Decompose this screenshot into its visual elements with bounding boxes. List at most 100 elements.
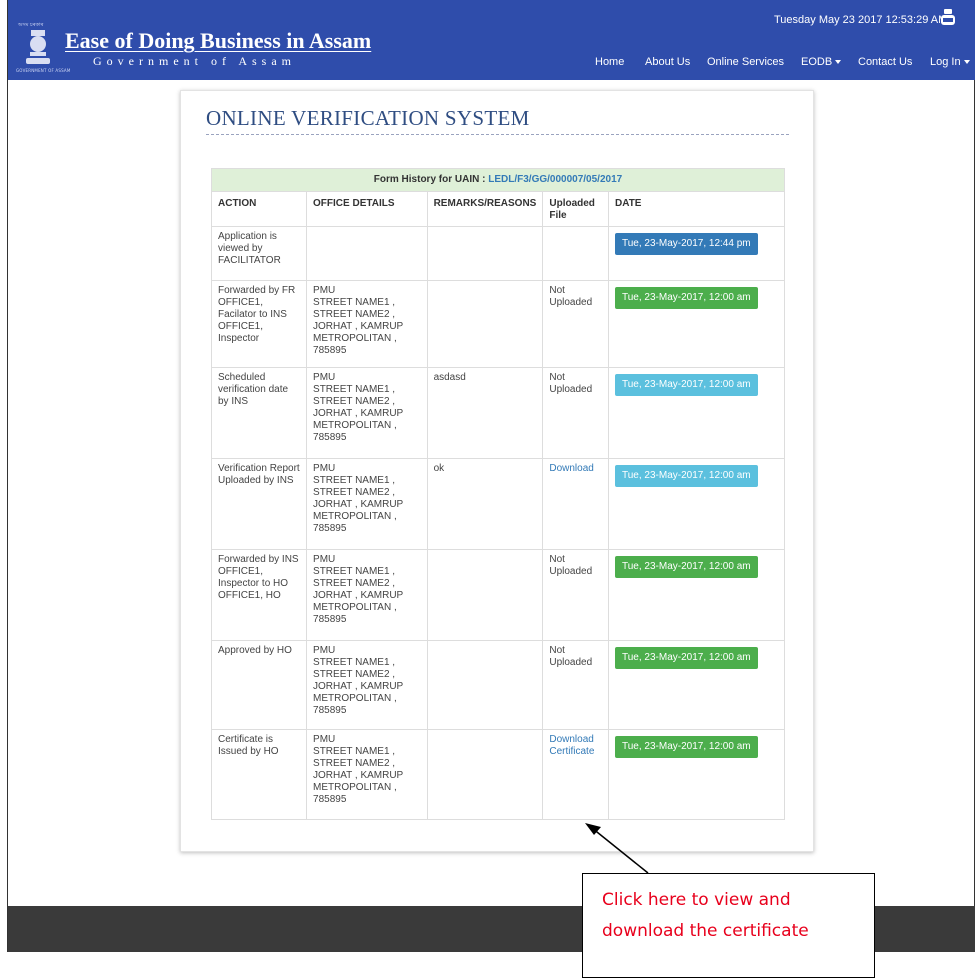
- verification-card: ONLINE VERIFICATION SYSTEM Form History …: [180, 90, 814, 852]
- chevron-down-icon: [963, 60, 970, 65]
- date-cell: Tue, 23-May-2017, 12:00 am: [608, 367, 785, 459]
- nav-about-us[interactable]: About Us: [645, 56, 690, 68]
- nav-eodb-dropdown[interactable]: EODB: [801, 56, 842, 68]
- remarks-cell: asdasd: [426, 367, 544, 459]
- youtube-icon[interactable]: [941, 9, 955, 25]
- table-row: Approved by HO PMU STREET NAME1 , STREET…: [210, 640, 785, 730]
- action-cell: Verification Report Uploaded by INS: [210, 458, 308, 550]
- office-line: 785895: [313, 705, 347, 716]
- file-cell: Not Uploaded: [542, 367, 609, 459]
- office-line: 785895: [313, 523, 347, 534]
- office-line: METROPOLITAN ,: [313, 333, 397, 344]
- date-cell: Tue, 23-May-2017, 12:00 am: [608, 458, 785, 550]
- nav-home[interactable]: Home: [595, 56, 624, 68]
- file-cell: Not Uploaded: [542, 280, 609, 368]
- date-badge[interactable]: Tue, 23-May-2017, 12:00 am: [615, 374, 758, 396]
- date-cell: Tue, 23-May-2017, 12:00 am: [608, 640, 785, 730]
- office-line: 785895: [313, 345, 347, 356]
- office-line: STREET NAME1 ,: [313, 566, 396, 577]
- office-line: STREET NAME1 ,: [313, 475, 396, 486]
- office-line: STREET NAME2 ,: [313, 669, 396, 680]
- date-cell: Tue, 23-May-2017, 12:00 am: [608, 280, 785, 368]
- file-cell: Download Certificate: [542, 729, 609, 820]
- office-line: METROPOLITAN ,: [313, 420, 397, 431]
- office-line: STREET NAME2 ,: [313, 396, 396, 407]
- date-cell: Tue, 23-May-2017, 12:00 am: [608, 729, 785, 820]
- emblem-caption: অসম চৰকাৰ: [18, 22, 44, 28]
- download-certificate-link[interactable]: Download Certificate: [549, 734, 594, 757]
- office-line: STREET NAME1 ,: [313, 746, 396, 757]
- column-header-date: DATE: [608, 191, 785, 227]
- column-header-action: ACTION: [210, 191, 308, 227]
- office-line: METROPOLITAN ,: [313, 602, 397, 613]
- action-cell: Forwarded by FR OFFICE1, Facilator to IN…: [210, 280, 308, 368]
- action-cell: Application is viewed by FACILITATOR: [210, 226, 308, 281]
- table-row: Certificate is Issued by HO PMU STREET N…: [210, 729, 785, 820]
- file-cell: Download: [542, 458, 609, 550]
- current-datetime: Tuesday May 23 2017 12:53:29 AM: [774, 14, 948, 26]
- column-header-office: OFFICE DETAILS: [306, 191, 428, 227]
- date-badge[interactable]: Tue, 23-May-2017, 12:44 pm: [615, 233, 758, 255]
- office-line: PMU: [313, 372, 336, 383]
- office-line: JORHAT , KAMRUP: [313, 681, 404, 692]
- date-badge[interactable]: Tue, 23-May-2017, 12:00 am: [615, 287, 758, 309]
- annotation-callout: Click here to view and download the cert…: [582, 873, 875, 978]
- office-line: STREET NAME2 ,: [313, 578, 396, 589]
- office-line: JORHAT , KAMRUP: [313, 770, 404, 781]
- office-line: PMU: [313, 285, 336, 296]
- office-line: JORHAT , KAMRUP: [313, 499, 404, 510]
- office-line: JORHAT , KAMRUP: [313, 321, 404, 332]
- date-badge[interactable]: Tue, 23-May-2017, 12:00 am: [615, 556, 758, 578]
- file-cell: [542, 226, 609, 281]
- table-row: Application is viewed by FACILITATOR Tue…: [210, 226, 785, 281]
- office-line: PMU: [313, 645, 336, 656]
- date-badge[interactable]: Tue, 23-May-2017, 12:00 am: [615, 736, 758, 758]
- office-line: STREET NAME2 ,: [313, 309, 396, 320]
- download-report-link[interactable]: Download: [549, 463, 593, 474]
- office-line: 785895: [313, 614, 347, 625]
- office-cell: [306, 226, 428, 281]
- date-badge[interactable]: Tue, 23-May-2017, 12:00 am: [615, 647, 758, 669]
- date-badge[interactable]: Tue, 23-May-2017, 12:00 am: [615, 465, 758, 487]
- remarks-cell: [426, 729, 544, 820]
- action-cell: Scheduled verification date by INS: [210, 367, 308, 459]
- nav-login-dropdown[interactable]: Log In: [930, 56, 970, 68]
- remarks-cell: ok: [426, 458, 544, 550]
- table-row: Forwarded by FR OFFICE1, Facilator to IN…: [210, 280, 785, 368]
- remarks-cell: [426, 549, 544, 641]
- history-label: Form History for UAIN :: [373, 174, 489, 185]
- office-line: STREET NAME2 ,: [313, 487, 396, 498]
- office-line: STREET NAME1 ,: [313, 384, 396, 395]
- office-line: METROPOLITAN ,: [313, 693, 397, 704]
- office-cell: PMU STREET NAME1 , STREET NAME2 , JORHAT…: [306, 280, 428, 368]
- table-row: Verification Report Uploaded by INS PMU …: [210, 458, 785, 550]
- nav-online-services[interactable]: Online Services: [707, 56, 784, 68]
- office-cell: PMU STREET NAME1 , STREET NAME2 , JORHAT…: [306, 729, 428, 820]
- remarks-cell: [426, 280, 544, 368]
- remarks-cell: [426, 640, 544, 730]
- office-line: STREET NAME1 ,: [313, 657, 396, 668]
- file-cell: Not Uploaded: [542, 549, 609, 641]
- site-title[interactable]: Ease of Doing Business in Assam: [65, 28, 371, 54]
- date-cell: Tue, 23-May-2017, 12:44 pm: [608, 226, 785, 281]
- office-line: METROPOLITAN ,: [313, 511, 397, 522]
- column-header-remarks: REMARKS/REASONS: [426, 191, 544, 227]
- title-divider: [206, 134, 789, 135]
- page-title: ONLINE VERIFICATION SYSTEM: [206, 106, 530, 130]
- office-line: PMU: [313, 554, 336, 565]
- table-row: Scheduled verification date by INS PMU S…: [210, 367, 785, 459]
- chevron-down-icon: [835, 60, 842, 65]
- office-line: STREET NAME1 ,: [313, 297, 396, 308]
- office-cell: PMU STREET NAME1 , STREET NAME2 , JORHAT…: [306, 367, 428, 459]
- site-header: অসম চৰকাৰ GOVERNMENT OF ASSAM Ease of Do…: [8, 0, 975, 80]
- uain-link[interactable]: LEDL/F3/GG/000007/05/2017: [488, 174, 622, 185]
- action-cell: Certificate is Issued by HO: [210, 729, 308, 820]
- office-line: JORHAT , KAMRUP: [313, 590, 404, 601]
- nav-contact-us[interactable]: Contact Us: [858, 56, 912, 68]
- office-cell: PMU STREET NAME1 , STREET NAME2 , JORHAT…: [306, 549, 428, 641]
- office-cell: PMU STREET NAME1 , STREET NAME2 , JORHAT…: [306, 640, 428, 730]
- form-history-table: Form History for UAIN : LEDL/F3/GG/00000…: [210, 168, 785, 820]
- file-cell: Not Uploaded: [542, 640, 609, 730]
- office-line: PMU: [313, 463, 336, 474]
- office-line: STREET NAME2 ,: [313, 758, 396, 769]
